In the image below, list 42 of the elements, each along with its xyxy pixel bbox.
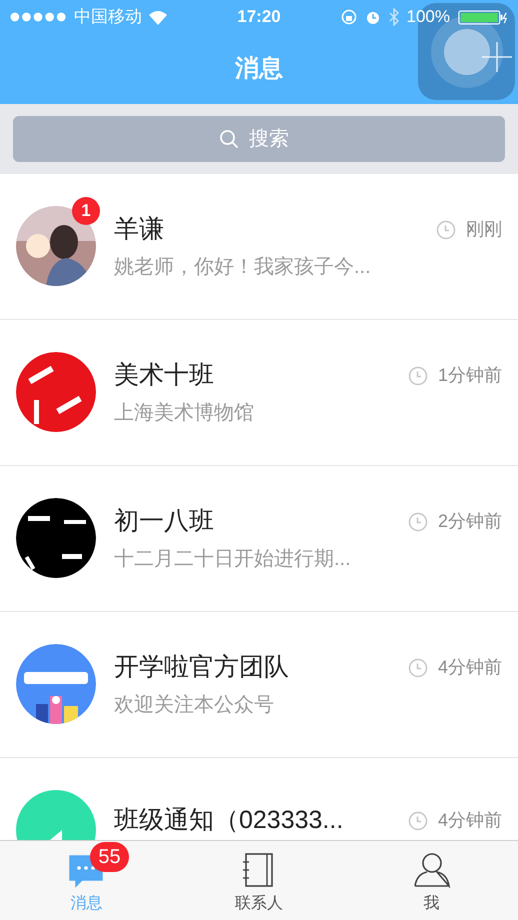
rotation-lock-icon [340, 9, 357, 25]
battery-percent: 100% [406, 6, 450, 28]
message-time: 1分钟前 [438, 364, 502, 387]
bluetooth-icon [388, 8, 399, 26]
conversation-row[interactable]: 美术十班 1分钟前 上海美术博物馆 [0, 320, 518, 466]
status-time: 17:20 [236, 6, 282, 28]
conversation-name: 初一八班 [114, 506, 214, 537]
carrier-name: 中国移动 [74, 6, 142, 28]
search-input[interactable]: 搜索 [249, 124, 299, 154]
clock-icon [436, 220, 456, 240]
signal-icon [10, 12, 68, 22]
message-preview: 上海美术博物馆 [114, 401, 255, 426]
tab-bar-item[interactable]: 我 [345, 841, 518, 920]
clock-icon [408, 658, 428, 678]
message-time: 2分钟前 [438, 510, 502, 533]
message-preview: 姚老师，你好！我家孩子今... [114, 255, 372, 280]
message-time: 4分钟前 [438, 809, 502, 832]
clock-icon [408, 810, 428, 831]
conversation-row[interactable]: 1 羊谦 刚刚 姚老师，你好！我家孩子今... [0, 174, 518, 320]
battery-icon [458, 10, 508, 24]
unread-count-badge: 55 [90, 842, 129, 872]
message-time: 4分钟前 [438, 656, 502, 679]
conversation-name: 开学啦官方团队 [114, 652, 289, 683]
message-preview: 欢迎关注本公众号 [114, 693, 275, 718]
message-preview: 十二月二十日开始进行期... [114, 547, 352, 572]
conversation-row[interactable]: 初一八班 2分钟前 十二月二十日开始进行期... [0, 466, 518, 612]
search-field[interactable]: 搜索 [13, 116, 505, 162]
conversation-name: 班级通知（023333... [114, 805, 344, 836]
alarm-icon [364, 9, 381, 25]
unread-badge: 1 [72, 196, 100, 224]
tab-bar-item[interactable]: 联系人 [172, 841, 346, 920]
clock-icon [408, 366, 428, 386]
conversation-row[interactable]: 开学啦官方团队 4分钟前 欢迎关注本公众号 [0, 612, 518, 758]
clock-icon [408, 512, 428, 532]
tab-bar-item[interactable]: 55 消息 [0, 841, 173, 920]
message-time: 刚刚 [466, 218, 502, 241]
search-icon [219, 129, 239, 149]
page-title: 消息 [235, 54, 283, 84]
wifi-icon [148, 10, 168, 24]
conversation-name: 羊谦 [114, 214, 164, 245]
conversation-name: 美术十班 [114, 360, 214, 391]
person-icon [412, 852, 451, 888]
